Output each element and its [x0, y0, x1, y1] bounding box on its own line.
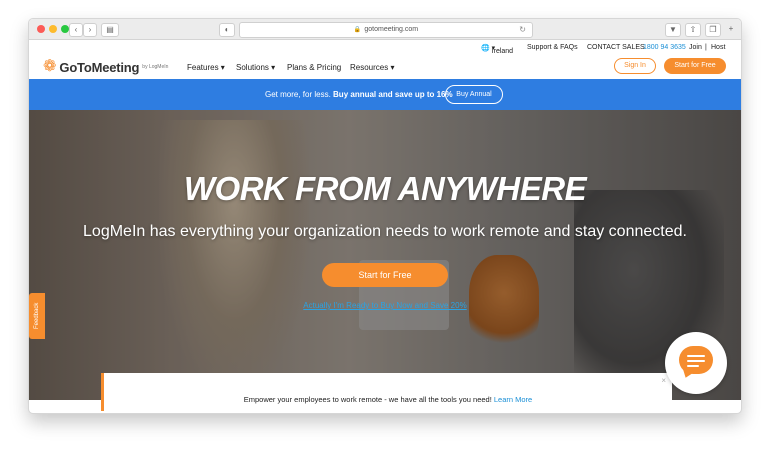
brand-by: by LogMeIn	[142, 64, 169, 70]
gotomeeting-flower-icon: ❁	[43, 58, 57, 75]
bottom-banner-text: Empower your employees to work remote - …	[243, 395, 533, 404]
hero: WORK FROM ANYWHERE LogMeIn has everythin…	[29, 110, 741, 400]
url-text: gotomeeting.com	[364, 26, 419, 33]
utility-separator: |	[705, 44, 707, 51]
download-icon[interactable]: ▼	[665, 23, 681, 37]
host-link[interactable]: Host	[711, 44, 725, 51]
close-window-button[interactable]	[37, 25, 45, 33]
start-for-free-nav-button[interactable]: Start for Free	[664, 58, 726, 74]
main-nav: ❁ GoToMeeting by LogMeIn Features ▾ Solu…	[29, 56, 741, 78]
support-link[interactable]: Support & FAQs	[527, 44, 578, 51]
privacy-icon[interactable]: ◐	[219, 23, 235, 37]
buy-annual-button[interactable]: Buy Annual	[445, 85, 503, 104]
hero-overlay	[29, 110, 741, 400]
zoom-window-button[interactable]	[61, 25, 69, 33]
hero-headline: WORK FROM ANYWHERE	[183, 170, 587, 207]
nav-resources[interactable]: Resources ▾	[350, 63, 395, 72]
promo-text: Get more, for less. Buy annual and save …	[265, 90, 453, 99]
back-icon[interactable]: ‹	[69, 23, 83, 37]
reload-icon[interactable]: ↻	[519, 23, 526, 37]
sign-in-button[interactable]: Sign In	[614, 58, 656, 74]
nav-features[interactable]: Features ▾	[187, 63, 225, 72]
phone-link[interactable]: 1800 94 3635	[643, 44, 686, 51]
tabs-icon[interactable]: ❐	[705, 23, 721, 37]
nav-solutions[interactable]: Solutions ▾	[236, 63, 275, 72]
browser-window: ‹ › ▤ ◐ 🔒 gotomeeting.com ↻ ▼ ⇧ ❐ + 🌐 Ire…	[28, 18, 742, 414]
chat-widget-button[interactable]	[665, 332, 727, 394]
contact-sales-label: CONTACT SALES	[587, 44, 645, 51]
buy-now-link[interactable]: Actually I'm Ready to Buy Now and Save 2…	[29, 301, 741, 310]
bottom-banner: × Empower your employees to work remote …	[101, 373, 672, 411]
promo-banner: Get more, for less. Buy annual and save …	[29, 79, 741, 110]
logo[interactable]: ❁ GoToMeeting by LogMeIn	[43, 58, 168, 76]
sidebar-icon[interactable]: ▤	[101, 23, 119, 37]
learn-more-link[interactable]: Learn More	[494, 395, 532, 404]
address-bar[interactable]: 🔒 gotomeeting.com ↻	[239, 22, 533, 38]
brand-name: GoToMeeting	[59, 59, 140, 75]
browser-toolbar: ‹ › ▤ ◐ 🔒 gotomeeting.com ↻ ▼ ⇧ ❐ +	[29, 19, 741, 40]
forward-icon[interactable]: ›	[83, 23, 97, 37]
utility-nav: 🌐 Ireland ▾ Support & FAQs CONTACT SALES…	[29, 40, 741, 56]
close-icon[interactable]: ×	[661, 376, 666, 385]
share-icon[interactable]: ⇧	[685, 23, 701, 37]
start-for-free-hero-button[interactable]: Start for Free	[322, 263, 448, 287]
feedback-tab[interactable]: Feedback	[29, 293, 45, 339]
hero-subheadline: LogMeIn has everything your organization…	[83, 223, 687, 240]
region-selector[interactable]: 🌐 Ireland ▾	[481, 44, 513, 55]
new-tab-icon[interactable]: +	[725, 23, 737, 35]
nav-plans-pricing[interactable]: Plans & Pricing	[287, 63, 341, 72]
join-link[interactable]: Join	[689, 44, 702, 51]
lock-icon: 🔒	[353, 27, 362, 33]
minimize-window-button[interactable]	[49, 25, 57, 33]
